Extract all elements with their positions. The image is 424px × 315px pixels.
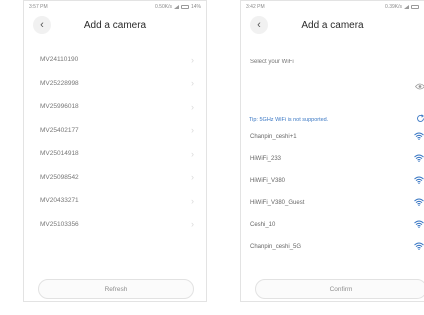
wifi-network-name: HiWiFi_V380_Guest <box>250 200 305 206</box>
title-bar: ‹ Add a camera <box>241 13 424 37</box>
chevron-right-icon: › <box>191 54 194 65</box>
wifi-network-item[interactable]: HiWiFi_V380_Guest <box>241 192 424 214</box>
device-list-item[interactable]: MV25228998 › <box>24 72 206 96</box>
wifi-network-item[interactable]: HiWiFi_V380 <box>241 170 424 192</box>
device-id-label: MV25014918 <box>40 150 79 158</box>
signal-icon <box>173 5 179 9</box>
device-list: MV24110190 › MV25228998 › MV25996018 › MV25402… <box>24 48 206 236</box>
back-button[interactable]: ‹ <box>33 16 51 34</box>
wifi-icon <box>414 176 424 186</box>
wifi-network-name: HiWiFi_V380 <box>250 178 286 184</box>
wifi-network-item[interactable]: HiWiFi_233 <box>241 148 424 170</box>
signal-icon <box>404 5 409 9</box>
chevron-right-icon: › <box>191 78 194 89</box>
device-id-label: MV20433271 <box>40 197 79 205</box>
wifi-select-input[interactable] <box>250 56 420 68</box>
refresh-icon[interactable] <box>416 114 424 125</box>
status-time: 3:42 PM <box>246 4 265 10</box>
status-bar: 3:57 PM 0.50K/s 14% <box>24 1 206 13</box>
chevron-right-icon: › <box>191 148 194 159</box>
wifi-icon <box>414 220 424 230</box>
page-title: Add a camera <box>83 19 147 31</box>
device-id-label: MV25996018 <box>40 103 79 111</box>
title-bar: ‹ Add a camera <box>24 13 206 37</box>
device-list-item[interactable]: MV25098542 › <box>24 166 206 190</box>
network-speed: 0.50K/s <box>155 4 172 10</box>
device-id-label: MV25228998 <box>40 79 79 87</box>
device-list-item[interactable]: MV25103356 › <box>24 213 206 237</box>
device-id-label: MV25402177 <box>40 126 79 134</box>
device-id-label: MV25103356 <box>40 220 79 228</box>
device-list-item[interactable]: MV25014918 › <box>24 142 206 166</box>
battery-level: 14% <box>190 4 201 10</box>
device-list-item[interactable]: MV25402177 › <box>24 119 206 143</box>
chevron-right-icon: › <box>191 219 194 230</box>
device-list-item[interactable]: MV24110190 › <box>24 48 206 72</box>
wifi-network-item[interactable]: Ceshi_10 <box>241 214 424 236</box>
back-arrow-icon: ‹ <box>257 18 261 31</box>
chevron-right-icon: › <box>191 172 194 183</box>
wifi-network-name: Ceshi_10 <box>250 222 276 228</box>
wifi-icon <box>414 132 424 142</box>
device-list-item[interactable]: MV20433271 › <box>24 189 206 213</box>
device-list-screen: 3:57 PM 0.50K/s 14% ‹ Add a camera MV241… <box>23 0 207 302</box>
status-time: 3:57 PM <box>29 4 48 10</box>
chevron-right-icon: › <box>191 101 194 112</box>
wifi-network-item[interactable]: Chanpin_ceshi+1 <box>241 126 424 148</box>
wifi-icon <box>414 198 424 208</box>
battery-icon <box>180 5 189 9</box>
confirm-button[interactable]: Confirm <box>255 279 424 299</box>
tip-text: Tip: 5GHz WiFi is not supported. <box>249 117 329 123</box>
chevron-right-icon: › <box>191 125 194 136</box>
wifi-icon <box>414 242 424 252</box>
page-title: Add a camera <box>301 19 364 31</box>
wifi-select-screen: 3:42 PM 0.39K/s ‹ Add a camera Tip: 5GHz… <box>240 0 424 302</box>
refresh-button[interactable]: Refresh <box>38 279 194 299</box>
wifi-network-name: Chanpin_ceshi_5G <box>250 244 302 250</box>
device-id-label: MV24110190 <box>40 56 79 64</box>
eye-icon[interactable] <box>414 83 424 92</box>
status-bar: 3:42 PM 0.39K/s <box>241 1 424 13</box>
battery-icon <box>411 5 419 9</box>
wifi-network-name: Chanpin_ceshi+1 <box>250 134 297 140</box>
wifi-network-list: Chanpin_ceshi+1 HiWiFi_233 HiWiFi_V380 HiWi… <box>241 126 424 258</box>
back-button[interactable]: ‹ <box>250 16 268 34</box>
status-icons: 0.39K/s <box>385 4 419 10</box>
network-speed: 0.39K/s <box>385 4 402 10</box>
status-icons: 0.50K/s 14% <box>155 4 201 10</box>
wifi-icon <box>414 154 424 164</box>
device-list-item[interactable]: MV25996018 › <box>24 95 206 119</box>
back-arrow-icon: ‹ <box>40 18 44 31</box>
wifi-network-name: HiWiFi_233 <box>250 156 282 162</box>
chevron-right-icon: › <box>191 195 194 206</box>
device-id-label: MV25098542 <box>40 173 79 181</box>
wifi-network-item[interactable]: Chanpin_ceshi_5G <box>241 236 424 258</box>
